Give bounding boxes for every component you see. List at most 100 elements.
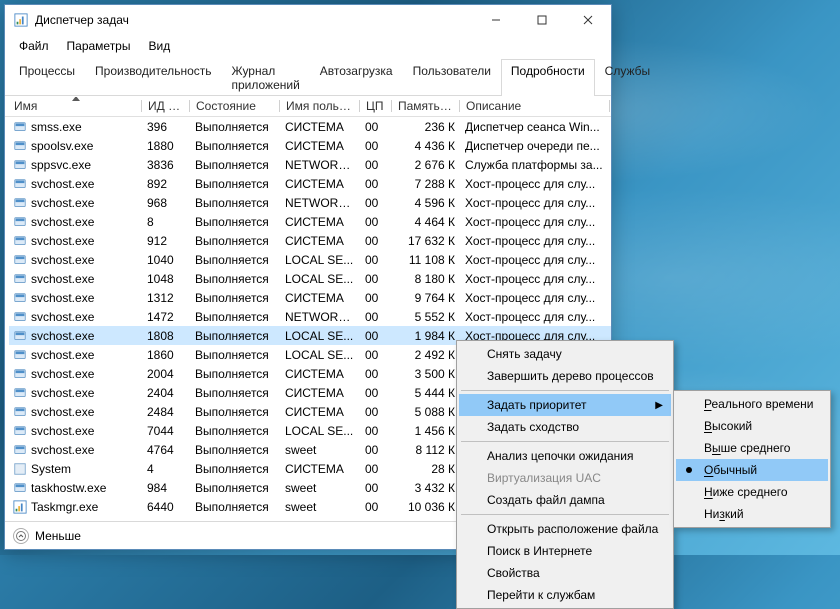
- tab-2[interactable]: Журнал приложений: [222, 59, 310, 96]
- context-item[interactable]: Создать файл дампа: [459, 489, 671, 511]
- process-row[interactable]: svchost.exe1040ВыполняетсяLOCAL SE...001…: [9, 250, 611, 269]
- context-item-label: Низкий: [704, 507, 744, 521]
- process-cpu: 00: [361, 139, 393, 153]
- process-row[interactable]: spoolsv.exe1880ВыполняетсяСИСТЕМА004 436…: [9, 136, 611, 155]
- context-item[interactable]: Открыть расположение файла: [459, 518, 671, 540]
- tab-6[interactable]: Службы: [595, 59, 660, 96]
- process-status: Выполняется: [191, 500, 281, 514]
- context-item[interactable]: Низкий: [676, 503, 828, 525]
- process-status: Выполняется: [191, 386, 281, 400]
- process-status: Выполняется: [191, 196, 281, 210]
- context-item[interactable]: Перейти к службам: [459, 584, 671, 606]
- context-item[interactable]: Обычный: [676, 459, 828, 481]
- tab-0[interactable]: Процессы: [9, 59, 85, 96]
- process-user: СИСТЕМА: [281, 139, 361, 153]
- maximize-button[interactable]: [519, 5, 565, 35]
- process-row[interactable]: smss.exe396ВыполняетсяСИСТЕМА00236 КДисп…: [9, 117, 611, 136]
- process-status: Выполняется: [191, 329, 281, 343]
- process-icon: [13, 291, 27, 305]
- process-cpu: 00: [361, 481, 393, 495]
- process-status: Выполняется: [191, 120, 281, 134]
- process-user: LOCAL SE...: [281, 329, 361, 343]
- window-title: Диспетчер задач: [35, 13, 473, 27]
- context-item[interactable]: Поиск в Интернете: [459, 540, 671, 562]
- process-memory: 8 180 К: [393, 272, 461, 286]
- context-item[interactable]: Задать сходство: [459, 416, 671, 438]
- process-row[interactable]: svchost.exe1048ВыполняетсяLOCAL SE...008…: [9, 269, 611, 288]
- process-status: Выполняется: [191, 443, 281, 457]
- process-name: svchost.exe: [31, 272, 94, 286]
- process-name: svchost.exe: [31, 253, 94, 267]
- menu-file[interactable]: Файл: [11, 37, 57, 55]
- minimize-button[interactable]: [473, 5, 519, 35]
- process-pid: 4764: [143, 443, 191, 457]
- context-item[interactable]: Завершить дерево процессов: [459, 365, 671, 387]
- process-user: СИСТЕМА: [281, 405, 361, 419]
- process-row[interactable]: svchost.exe1472ВыполняетсяNETWORK...005 …: [9, 307, 611, 326]
- context-item[interactable]: Выше среднего: [676, 437, 828, 459]
- col-header-name[interactable]: Имя: [9, 96, 143, 116]
- context-item-label: Высокий: [704, 419, 752, 433]
- process-row[interactable]: svchost.exe892ВыполняетсяСИСТЕМА007 288 …: [9, 174, 611, 193]
- process-pid: 984: [143, 481, 191, 495]
- context-item[interactable]: Снять задачу: [459, 343, 671, 365]
- tab-4[interactable]: Пользователи: [403, 59, 501, 96]
- menu-view[interactable]: Вид: [140, 37, 178, 55]
- fewer-details-icon[interactable]: [13, 528, 29, 544]
- process-status: Выполняется: [191, 367, 281, 381]
- context-item[interactable]: Анализ цепочки ожидания: [459, 445, 671, 467]
- process-pid: 912: [143, 234, 191, 248]
- titlebar[interactable]: Диспетчер задач: [5, 5, 611, 35]
- process-row[interactable]: svchost.exe1312ВыполняетсяСИСТЕМА009 764…: [9, 288, 611, 307]
- col-header-pid[interactable]: ИД п...: [143, 96, 191, 116]
- process-pid: 892: [143, 177, 191, 191]
- process-row[interactable]: svchost.exe968ВыполняетсяNETWORK...004 5…: [9, 193, 611, 212]
- process-cpu: 00: [361, 272, 393, 286]
- process-memory: 3 432 К: [393, 481, 461, 495]
- process-user: NETWORK...: [281, 310, 361, 324]
- tab-1[interactable]: Производительность: [85, 59, 221, 96]
- process-row[interactable]: svchost.exe8ВыполняетсяСИСТЕМА004 464 КХ…: [9, 212, 611, 231]
- process-user: СИСТЕМА: [281, 462, 361, 476]
- col-header-desc[interactable]: Описание: [461, 96, 611, 116]
- close-button[interactable]: [565, 5, 611, 35]
- context-item[interactable]: Высокий: [676, 415, 828, 437]
- process-user: СИСТЕМА: [281, 386, 361, 400]
- context-item-label: Выше среднего: [704, 441, 790, 455]
- context-menu-priority: Реального времени Высокий Выше среднего Обы…: [673, 390, 831, 528]
- process-pid: 7044: [143, 424, 191, 438]
- process-memory: 5 088 К: [393, 405, 461, 419]
- process-row[interactable]: sppsvc.exe3836ВыполняетсяNETWORK...002 6…: [9, 155, 611, 174]
- context-item[interactable]: Свойства: [459, 562, 671, 584]
- tab-strip: ПроцессыПроизводительностьЖурнал приложе…: [5, 59, 611, 96]
- tab-3[interactable]: Автозагрузка: [310, 59, 403, 96]
- process-name: smss.exe: [31, 120, 82, 134]
- context-item[interactable]: Реального времени: [676, 393, 828, 415]
- tab-5[interactable]: Подробности: [501, 59, 595, 96]
- col-header-cpu[interactable]: ЦП: [361, 96, 393, 116]
- menu-options[interactable]: Параметры: [59, 37, 139, 55]
- context-item-label: Задать сходство: [487, 420, 579, 434]
- checked-icon: [686, 467, 692, 473]
- col-header-status[interactable]: Состояние: [191, 96, 281, 116]
- process-memory: 10 036 К: [393, 500, 461, 514]
- column-headers: Имя ИД п... Состояние Имя польз... ЦП Па…: [5, 96, 611, 117]
- menubar: Файл Параметры Вид: [5, 35, 611, 59]
- col-header-user[interactable]: Имя польз...: [281, 96, 361, 116]
- context-item[interactable]: Ниже среднего: [676, 481, 828, 503]
- process-memory: 7 288 К: [393, 177, 461, 191]
- process-pid: 4: [143, 462, 191, 476]
- process-status: Выполняется: [191, 481, 281, 495]
- process-name: System: [31, 462, 71, 476]
- context-item-label: Снять задачу: [487, 347, 562, 361]
- process-name: svchost.exe: [31, 234, 94, 248]
- context-item[interactable]: Задать приоритет▶: [459, 394, 671, 416]
- process-memory: 17 632 К: [393, 234, 461, 248]
- process-name: svchost.exe: [31, 329, 94, 343]
- fewer-details-label[interactable]: Меньше: [35, 529, 81, 543]
- process-row[interactable]: svchost.exe912ВыполняетсяСИСТЕМА0017 632…: [9, 231, 611, 250]
- process-pid: 968: [143, 196, 191, 210]
- context-item: Виртуализация UAC: [459, 467, 671, 489]
- col-header-memory[interactable]: Память (ч...: [393, 96, 461, 116]
- context-item-label: Завершить дерево процессов: [487, 369, 654, 383]
